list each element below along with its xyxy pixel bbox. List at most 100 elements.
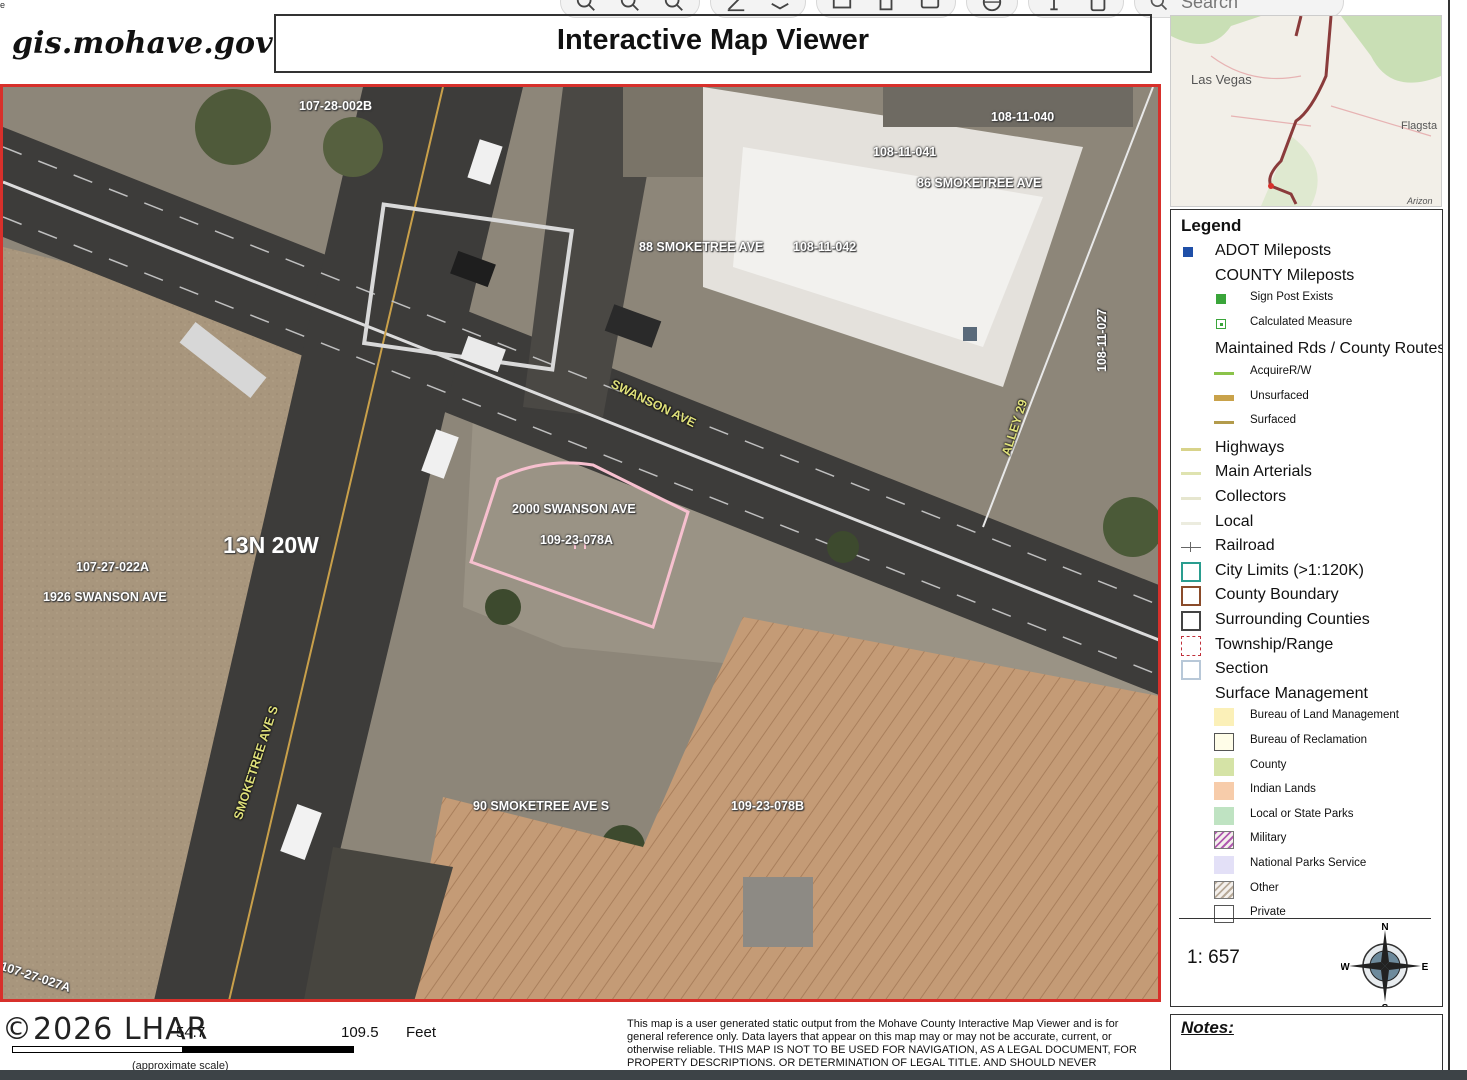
compass-north: N [1381, 922, 1388, 933]
legend-item-label: Highways [1215, 438, 1285, 456]
zoom-out-icon[interactable] [619, 0, 641, 13]
legend-fill-icon [1214, 806, 1234, 825]
legend-item-label: County Boundary [1215, 586, 1339, 604]
legend-boundary-icon [1181, 635, 1201, 656]
legend-item-label: Private [1250, 906, 1286, 919]
legend-item-label: Section [1215, 660, 1269, 678]
legend-boundary-icon [1181, 611, 1201, 631]
legend-boundary-icon [1181, 586, 1201, 607]
legend-item-label: Local [1215, 512, 1254, 530]
notes-box: Notes: [1170, 1014, 1443, 1074]
legend-item-label: Railroad [1215, 537, 1275, 555]
legend-item-label: Maintained Rds / County Routes [1215, 340, 1443, 358]
parcel-label[interactable]: 108-11-027 [1095, 309, 1109, 372]
overview-map[interactable]: Las Vegas Flagsta Arizon [1170, 15, 1442, 207]
legend-item-label: COUNTY Mileposts [1215, 266, 1355, 284]
legend-item-label: Indian Lands [1250, 783, 1316, 796]
legend-item-label: Calculated Measure [1250, 315, 1353, 328]
scalebar-unit: Feet [406, 1024, 437, 1041]
legend-line-icon [1181, 521, 1201, 525]
compass-icon: N S E W [1341, 922, 1429, 1007]
scalebar-value-2: 109.5 [341, 1024, 379, 1041]
parcel-label[interactable]: 108-11-041 [873, 145, 936, 159]
legend-item-label: Surfaced [1250, 414, 1297, 427]
site-name[interactable]: gis.mohave.gov [12, 26, 273, 61]
title-box: Interactive Map Viewer [274, 14, 1152, 73]
clipboard-icon[interactable] [1087, 0, 1109, 13]
address-label-subject[interactable]: 2000 SWANSON AVE [512, 502, 636, 516]
scalebar-segment-black [183, 1046, 354, 1053]
parcel-label[interactable]: 109-23-078B [731, 799, 804, 813]
legend-item-label: Unsurfaced [1250, 389, 1309, 402]
window-bottom-strip [0, 1070, 1467, 1080]
overview-label: Flagsta [1401, 120, 1438, 132]
legend-line-icon [1214, 394, 1234, 401]
scalebar-value-1: 54.7 [176, 1024, 206, 1041]
legend-item-label: Bureau of Reclamation [1250, 734, 1367, 746]
legend-line-icon [1181, 497, 1201, 500]
legend-item-label: Collectors [1215, 488, 1287, 505]
legend-item-label: Surface Management [1215, 684, 1368, 702]
parcel-label-subject[interactable]: 109-23-078A [540, 533, 613, 547]
print-icon[interactable] [831, 0, 853, 13]
info-icon[interactable] [1043, 0, 1065, 13]
scalebar-segment-white [12, 1046, 183, 1053]
legend-item-label: Military [1250, 832, 1287, 845]
measure-icon[interactable] [875, 0, 897, 13]
parcel-label[interactable]: 108-11-042 [793, 240, 856, 254]
draw-icon[interactable] [725, 0, 747, 13]
disclaimer-text: This map is a user generated static outp… [627, 1018, 1137, 1066]
legend-square-icon [1216, 294, 1226, 305]
legend-item-label: Other [1250, 881, 1279, 894]
legend-line-icon [1214, 421, 1234, 425]
bookmark-icon[interactable] [919, 0, 941, 13]
zoom-extent-icon[interactable] [663, 0, 685, 13]
compass-east: E [1422, 962, 1429, 973]
township-label[interactable]: 13N 20W [223, 532, 319, 559]
overview-basemap [1171, 16, 1441, 206]
page-title: Interactive Map Viewer [556, 24, 870, 56]
legend-item-label: Township/Range [1215, 635, 1334, 653]
address-label[interactable]: 1926 SWANSON AVE [43, 590, 167, 604]
legend-item-label: ADOT Mileposts [1215, 242, 1332, 259]
legend-item-label: Main Arterials [1215, 463, 1312, 481]
legend-divider [1179, 918, 1431, 919]
compass-south: S [1382, 1003, 1389, 1007]
parcel-label[interactable]: 107-28-002B [299, 99, 372, 113]
legend-fill-icon [1214, 782, 1234, 801]
address-label[interactable]: 88 SMOKETREE AVE [639, 240, 763, 254]
overview-label: Las Vegas [1191, 72, 1252, 87]
legend-railroad-icon [1181, 542, 1201, 553]
legend-item-label: National Parks Service [1250, 857, 1367, 869]
globe-icon[interactable] [981, 0, 1003, 13]
search-icon [1150, 0, 1168, 11]
legend-fill-icon [1214, 708, 1234, 727]
legend-fill-icon [1214, 757, 1234, 776]
legend-fill-icon [1214, 733, 1234, 751]
legend-hatch-icon [1214, 880, 1234, 899]
legend-boundary-icon [1181, 660, 1201, 681]
legend-item-label: Sign Post Exists [1250, 291, 1334, 304]
zoom-in-icon[interactable] [575, 0, 597, 13]
map-view[interactable]: 107-28-002B 108-11-040 108-11-041 86 SMO… [0, 84, 1161, 1002]
compass-west: W [1341, 962, 1350, 973]
legend-title: Legend [1181, 216, 1242, 235]
layers-icon[interactable] [769, 0, 791, 13]
legend-line-icon [1181, 447, 1201, 451]
legend-item-label: County [1250, 758, 1287, 771]
legend-item-label: Local or State Parks [1250, 807, 1354, 820]
scale-ratio: 1: 657 [1187, 947, 1240, 968]
address-label[interactable]: 90 SMOKETREE AVE S [473, 799, 609, 813]
legend-item-label: Bureau of Land Management [1250, 709, 1399, 722]
legend-fill-icon [1214, 905, 1234, 924]
legend-item-label: AcquireR/W [1250, 365, 1312, 377]
address-label[interactable]: 86 SMOKETREE AVE [917, 176, 1041, 190]
overview-label: Arizon [1407, 196, 1433, 206]
legend-panel: Legend ADOT Mileposts COUNTY Mileposts Sig… [1170, 209, 1443, 1007]
parcel-label[interactable]: 107-27-022A [76, 560, 149, 574]
page-border-right [1448, 0, 1450, 1080]
legend-item-label: Surrounding Counties [1215, 611, 1370, 628]
legend-line-icon [1214, 372, 1234, 375]
parcel-label[interactable]: 108-11-040 [991, 110, 1054, 124]
corner-mark: e [0, 0, 6, 10]
